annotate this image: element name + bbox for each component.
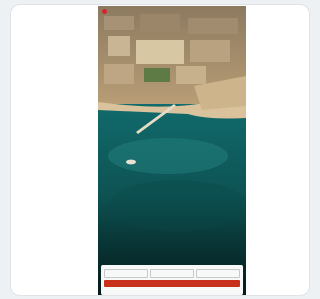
- mobile-page-preview[interactable]: [98, 6, 246, 295]
- hero-text-block: [98, 222, 246, 225]
- booking-widget: [101, 265, 243, 295]
- site-header: [98, 6, 246, 16]
- check-availability-button[interactable]: [104, 280, 240, 287]
- brand-logo-icon[interactable]: [102, 8, 107, 14]
- check-out-field[interactable]: [150, 269, 194, 278]
- booking-fields: [104, 269, 240, 278]
- screenshot-preview-card: [10, 4, 310, 296]
- check-in-field[interactable]: [104, 269, 148, 278]
- hero-aerial-photo: [98, 6, 246, 295]
- guests-field[interactable]: [196, 269, 240, 278]
